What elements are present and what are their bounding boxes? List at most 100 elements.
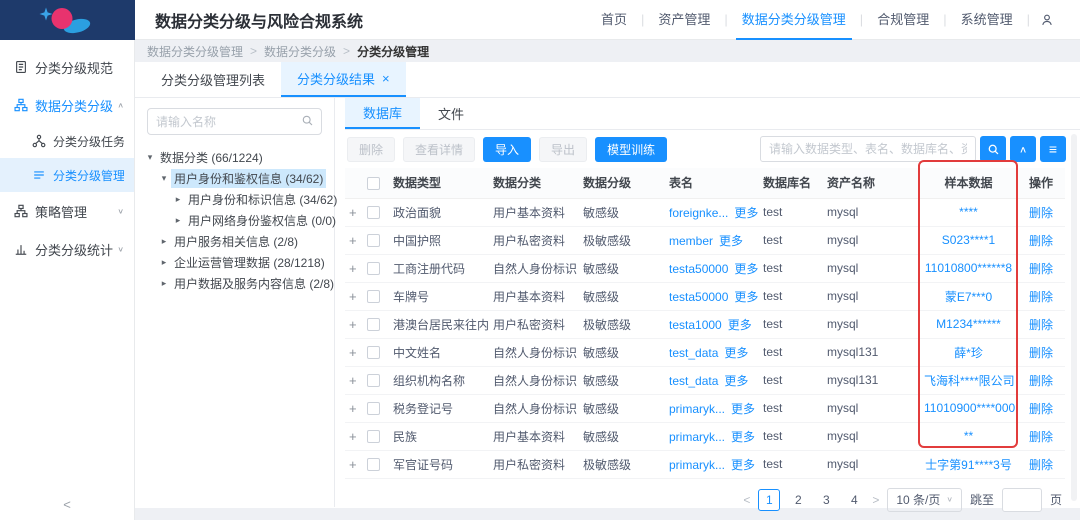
delete-link[interactable]: 删除 <box>1029 318 1053 332</box>
expand-row-button[interactable]: + <box>349 205 357 220</box>
delete-link[interactable]: 删除 <box>1029 234 1053 248</box>
breadcrumb-item[interactable]: 数据分类分级管理 <box>147 43 243 60</box>
caret-right-icon[interactable]: ▸ <box>157 257 171 268</box>
delete-link[interactable]: 删除 <box>1029 290 1053 304</box>
sidebar-item-statistics[interactable]: 分类分级统计 ∨ <box>0 230 134 268</box>
next-page-button[interactable]: > <box>872 493 879 507</box>
expand-row-button[interactable]: + <box>349 289 357 304</box>
expand-row-button[interactable]: + <box>349 373 357 388</box>
more-link[interactable]: 更多 <box>724 346 748 360</box>
prev-page-button[interactable]: < <box>743 493 750 507</box>
delete-link[interactable]: 删除 <box>1029 374 1053 388</box>
delete-link[interactable]: 删除 <box>1029 206 1053 220</box>
more-link[interactable]: 更多 <box>719 234 743 248</box>
nav-item-compliance-management[interactable]: 合规管理 <box>863 0 943 40</box>
delete-link[interactable]: 删除 <box>1029 262 1053 276</box>
expand-row-button[interactable]: + <box>349 401 357 416</box>
breadcrumb-item[interactable]: 数据分类分级 <box>264 43 336 60</box>
select-all-checkbox[interactable] <box>367 177 380 190</box>
table-name-link[interactable]: primaryk... <box>669 430 725 444</box>
table-name-link[interactable]: primaryk... <box>669 402 725 416</box>
caret-right-icon[interactable]: ▸ <box>171 194 185 205</box>
nav-item-system-management[interactable]: 系统管理 <box>947 0 1027 40</box>
delete-link[interactable]: 删除 <box>1029 346 1053 360</box>
nav-item-home[interactable]: 首页 <box>587 0 641 40</box>
delete-button[interactable]: 删除 <box>347 137 395 162</box>
tree-node[interactable]: ▸ 用户身份和标识信息 (34/62) <box>135 189 334 210</box>
row-checkbox[interactable] <box>367 318 380 331</box>
tab-management-list[interactable]: 分类分级管理列表 <box>145 62 281 97</box>
import-button[interactable]: 导入 <box>483 137 531 162</box>
more-link[interactable]: 更多 <box>731 458 755 472</box>
more-link[interactable]: 更多 <box>731 430 755 444</box>
sidebar-item-management[interactable]: 分类分级管理 <box>0 158 134 192</box>
row-checkbox[interactable] <box>367 206 380 219</box>
table-name-link[interactable]: foreignke... <box>669 206 728 220</box>
row-checkbox[interactable] <box>367 374 380 387</box>
sidebar-item-strategy[interactable]: 策略管理 ∨ <box>0 192 134 230</box>
row-checkbox[interactable] <box>367 346 380 359</box>
user-icon[interactable] <box>1030 13 1064 27</box>
page-number-1[interactable]: 1 <box>758 489 780 511</box>
expand-row-button[interactable]: + <box>349 233 357 248</box>
column-settings-button[interactable]: ≡ <box>1040 136 1066 162</box>
tree-node[interactable]: ▸ 用户数据及服务内容信息 (2/8) <box>135 273 334 294</box>
view-detail-button[interactable]: 查看详情 <box>403 137 475 162</box>
scrollbar-track[interactable] <box>1071 134 1077 501</box>
row-checkbox[interactable] <box>367 290 380 303</box>
row-checkbox[interactable] <box>367 402 380 415</box>
row-checkbox[interactable] <box>367 262 380 275</box>
table-name-link[interactable]: member <box>669 234 713 248</box>
expand-row-button[interactable]: + <box>349 345 357 360</box>
row-checkbox[interactable] <box>367 458 380 471</box>
expand-row-button[interactable]: + <box>349 261 357 276</box>
row-checkbox[interactable] <box>367 430 380 443</box>
collapse-filter-button[interactable]: ∧ <box>1010 136 1036 162</box>
tree-node[interactable]: ▸ 用户网络身份鉴权信息 (0/0) <box>135 210 334 231</box>
delete-link[interactable]: 删除 <box>1029 430 1053 444</box>
expand-row-button[interactable]: + <box>349 317 357 332</box>
tab-classification-result[interactable]: 分类分级结果× <box>281 62 406 97</box>
caret-right-icon[interactable]: ▸ <box>171 215 185 226</box>
more-link[interactable]: 更多 <box>734 206 758 220</box>
tree-node[interactable]: ▾ 数据分类 (66/1224) <box>135 147 334 168</box>
caret-down-icon[interactable]: ▾ <box>157 173 171 184</box>
nav-item-data-classification-management[interactable]: 数据分类分级管理 <box>728 0 860 40</box>
sidebar-collapse-button[interactable]: < <box>0 497 134 512</box>
model-train-button[interactable]: 模型训练 <box>595 137 667 162</box>
more-link[interactable]: 更多 <box>734 262 758 276</box>
table-search-input[interactable] <box>760 136 976 162</box>
caret-down-icon[interactable]: ▾ <box>143 152 157 163</box>
table-name-link[interactable]: testa1000 <box>669 318 722 332</box>
jump-page-input[interactable] <box>1002 488 1042 512</box>
caret-right-icon[interactable]: ▸ <box>157 236 171 247</box>
page-number-4[interactable]: 4 <box>844 493 864 507</box>
close-icon[interactable]: × <box>382 71 390 86</box>
more-link[interactable]: 更多 <box>728 318 752 332</box>
export-button[interactable]: 导出 <box>539 137 587 162</box>
table-name-link[interactable]: testa50000 <box>669 290 728 304</box>
sidebar-item-data-classification[interactable]: 数据分类分级 ∧ <box>0 86 134 124</box>
expand-row-button[interactable]: + <box>349 457 357 472</box>
more-link[interactable]: 更多 <box>734 290 758 304</box>
table-name-link[interactable]: primaryk... <box>669 458 725 472</box>
page-number-3[interactable]: 3 <box>816 493 836 507</box>
sub-tab-file[interactable]: 文件 <box>420 98 482 129</box>
row-checkbox[interactable] <box>367 234 380 247</box>
table-name-link[interactable]: testa50000 <box>669 262 728 276</box>
sidebar-item-task[interactable]: 分类分级任务 <box>0 124 134 158</box>
search-button[interactable] <box>980 136 1006 162</box>
nav-item-asset-management[interactable]: 资产管理 <box>644 0 724 40</box>
delete-link[interactable]: 删除 <box>1029 402 1053 416</box>
more-link[interactable]: 更多 <box>731 402 755 416</box>
table-name-link[interactable]: test_data <box>669 374 718 388</box>
tree-node[interactable]: ▸ 企业运营管理数据 (28/1218) <box>135 252 334 273</box>
tree-node[interactable]: ▾ 用户身份和鉴权信息 (34/62) <box>135 168 334 189</box>
page-size-select[interactable]: 10 条/页∨ <box>887 488 962 512</box>
page-number-2[interactable]: 2 <box>788 493 808 507</box>
caret-right-icon[interactable]: ▸ <box>157 278 171 289</box>
sidebar-item-spec[interactable]: 分类分级规范 <box>0 48 134 86</box>
tree-search-input[interactable] <box>147 108 322 135</box>
sub-tab-database[interactable]: 数据库 <box>345 98 420 129</box>
table-name-link[interactable]: test_data <box>669 346 718 360</box>
